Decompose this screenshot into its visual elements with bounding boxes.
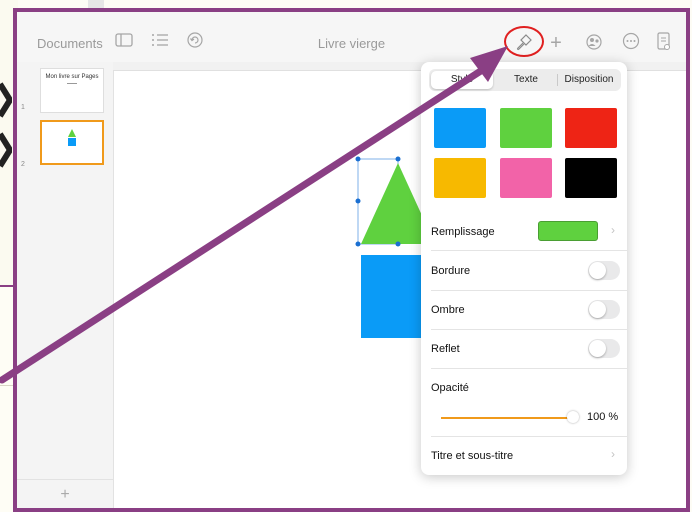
page-thumbnail[interactable]: Mon livre sur Pages	[40, 68, 104, 113]
chevron-icon	[0, 82, 12, 118]
tab-style[interactable]: Style	[431, 71, 493, 89]
page-number: 2	[21, 161, 25, 168]
opacity-slider-track[interactable]	[441, 417, 573, 419]
tab-text[interactable]: Texte	[495, 69, 557, 91]
thumbnail-shapes	[68, 129, 76, 146]
chevron-right-icon[interactable]: ›	[611, 223, 615, 237]
color-swatch-yellow[interactable]	[434, 158, 486, 198]
shadow-label: Ombre	[431, 304, 465, 316]
toggle-knob	[589, 262, 606, 279]
opacity-value: 100 %	[587, 411, 619, 423]
page-thumbnail-title: Mon livre sur Pages	[45, 74, 99, 80]
tab-layout[interactable]: Disposition	[558, 69, 620, 91]
color-swatch-blue[interactable]	[434, 108, 486, 148]
highlight-circle	[504, 26, 544, 57]
thumbnail-rule	[67, 83, 77, 84]
reflection-toggle[interactable]	[588, 339, 620, 358]
format-tabs: Style Texte Disposition	[429, 69, 621, 91]
opacity-label: Opacité	[431, 382, 469, 394]
toolbar: Documents Livre vierge +	[17, 12, 686, 62]
fill-color-well[interactable]	[538, 221, 598, 241]
row-divider	[431, 329, 627, 330]
opacity-slider-knob[interactable]	[567, 411, 579, 423]
border-toggle[interactable]	[588, 261, 620, 280]
color-swatch-pink[interactable]	[500, 158, 552, 198]
color-swatch-red[interactable]	[565, 108, 617, 148]
add-page-button[interactable]: +	[17, 486, 113, 504]
row-divider	[431, 436, 627, 437]
color-swatch-black[interactable]	[565, 158, 617, 198]
format-panel: Style Texte Disposition Remplissage › Bo…	[421, 62, 627, 475]
chevron-right-icon[interactable]: ›	[611, 447, 615, 461]
row-divider	[431, 368, 627, 369]
row-divider	[431, 250, 627, 251]
document-setup-icon[interactable]	[653, 32, 675, 54]
toggle-knob	[589, 340, 606, 357]
add-icon[interactable]: +	[545, 32, 567, 54]
sidebar-divider	[17, 479, 113, 480]
border-label: Bordure	[431, 265, 471, 277]
shadow-toggle[interactable]	[588, 300, 620, 319]
title-subtitle-label[interactable]: Titre et sous-titre	[431, 450, 513, 462]
toggle-knob	[589, 301, 606, 318]
page-sidebar: Mon livre sur Pages 1 2 +	[17, 62, 114, 508]
chevron-icon	[0, 132, 12, 168]
collaborate-icon[interactable]	[583, 32, 605, 54]
more-icon[interactable]	[620, 32, 642, 54]
reflection-label: Reflet	[431, 343, 460, 355]
page-thumbnail-selected[interactable]	[40, 120, 104, 165]
row-divider	[431, 290, 627, 291]
fill-label: Remplissage	[431, 226, 495, 238]
color-swatch-green[interactable]	[500, 108, 552, 148]
page-number: 1	[21, 104, 25, 111]
screenshot-frame: Documents Livre vierge + Mon livre sur P…	[13, 8, 690, 512]
